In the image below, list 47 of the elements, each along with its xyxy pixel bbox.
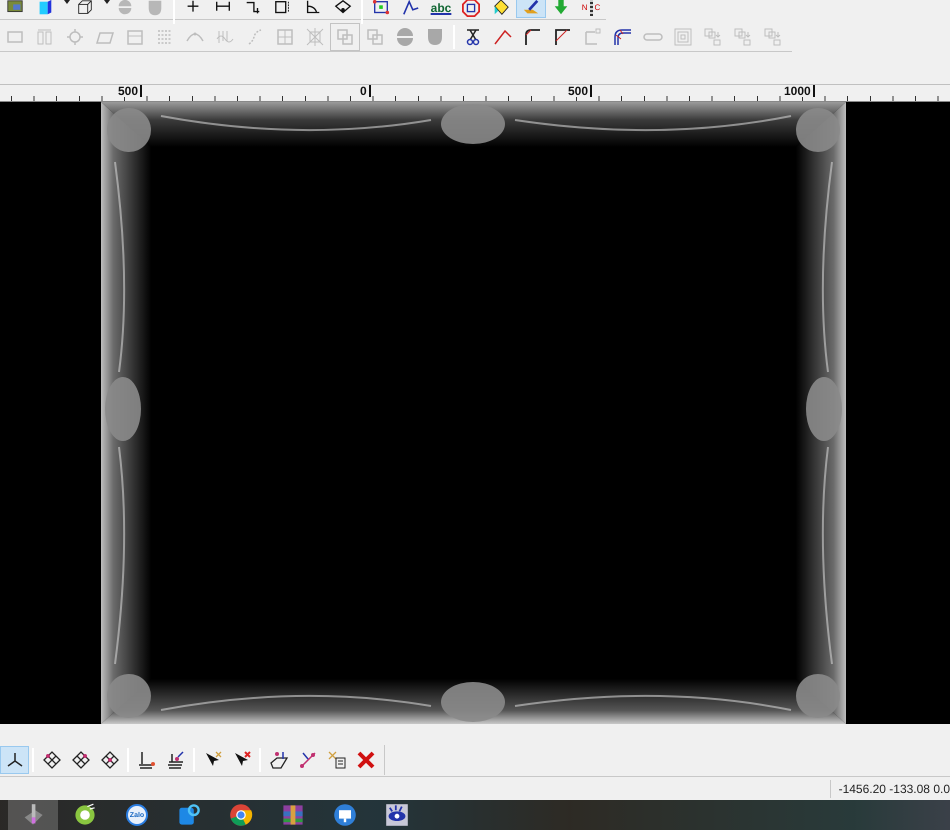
ring-app-icon <box>73 803 97 827</box>
diamond-shape-icon <box>492 0 510 17</box>
corner-icon <box>553 26 573 46</box>
delete-icon <box>356 750 376 770</box>
coordinates-readout: -1456.20 -133.08 0.0 <box>830 780 950 798</box>
list-cross-icon <box>326 750 346 770</box>
gear-icon <box>65 26 85 46</box>
diamond-grid-icon <box>70 750 90 770</box>
group-arrow-icon <box>733 26 753 46</box>
fillet-corner-icon <box>523 26 543 46</box>
toolbar-button[interactable] <box>516 0 546 18</box>
layers-icon <box>136 750 156 770</box>
ruler-label: 500 <box>568 85 592 97</box>
archive-icon <box>281 803 305 827</box>
nc-tool-button[interactable]: N C <box>576 0 606 18</box>
dropdown-caret-icon[interactable] <box>104 0 110 4</box>
layers-icon <box>166 750 186 770</box>
ruler-label: 1000 <box>784 85 815 97</box>
diamond-grid-icon <box>42 750 62 770</box>
node-cross-icon <box>305 26 325 46</box>
concentric-squares-icon <box>673 26 693 46</box>
line-points-icon <box>298 750 318 770</box>
ruler-label: 500 <box>118 85 142 97</box>
diamond-grid-icon <box>100 750 120 770</box>
monitor-app-icon <box>333 803 357 827</box>
plane-points-icon <box>268 750 288 770</box>
group-arrow-icon <box>703 26 723 46</box>
down-arrow-icon <box>552 0 570 17</box>
wireframe-box-icon <box>76 0 94 17</box>
toolbar-button[interactable] <box>0 746 29 774</box>
octagon-icon <box>462 0 480 17</box>
overlap-squares-icon <box>335 26 355 46</box>
shield-icon <box>425 26 445 46</box>
browser-icon <box>229 803 253 827</box>
group-arrow-icon <box>763 26 783 46</box>
eye-app-icon <box>385 803 409 827</box>
overlap-squares-icon <box>365 26 385 46</box>
dropdown-caret-icon[interactable] <box>64 0 70 4</box>
shield-icon <box>146 0 164 17</box>
chamfer-icon <box>583 26 603 46</box>
ruler-label: 0 <box>360 85 371 97</box>
offset-curve-icon <box>613 26 633 46</box>
dome-icon <box>116 0 134 17</box>
text-tool-button[interactable]: abc <box>426 0 456 18</box>
cross-frame-icon <box>275 26 295 46</box>
dome-icon <box>395 26 415 46</box>
node-rectangle-icon <box>372 0 390 17</box>
